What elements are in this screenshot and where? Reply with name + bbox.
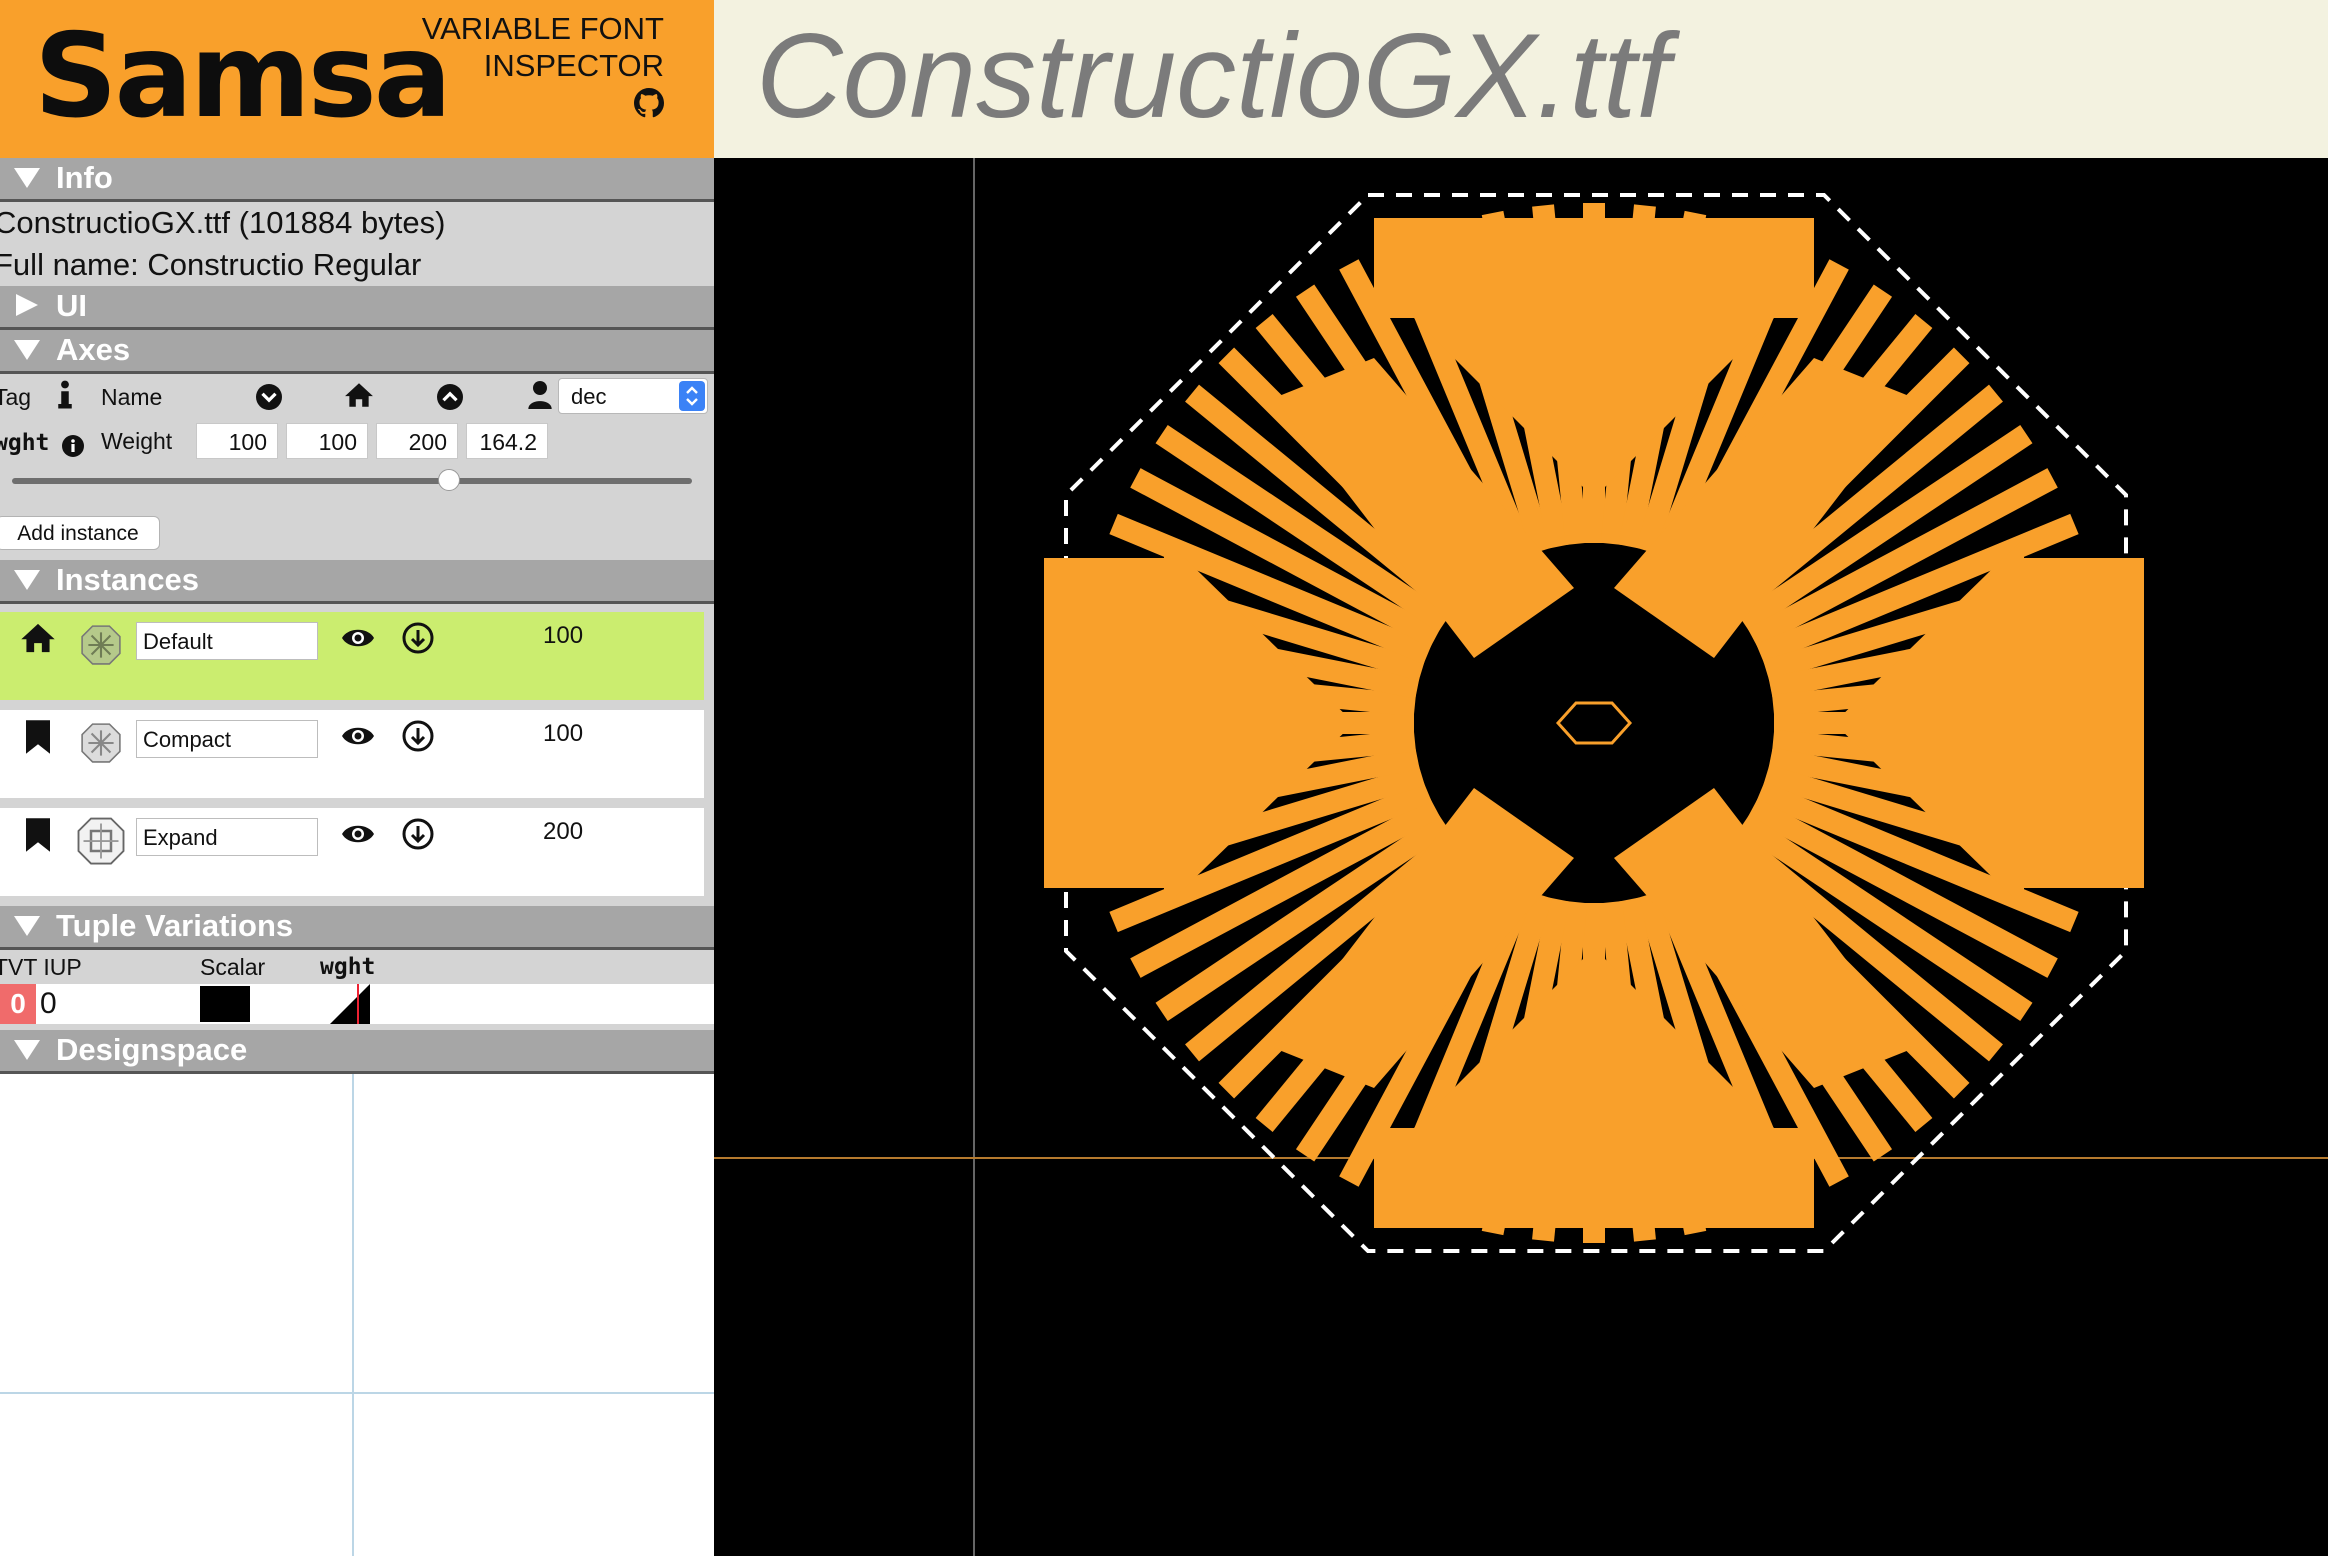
home-icon — [21, 623, 55, 653]
section-axes-label: Axes — [56, 332, 131, 367]
axis-min-icon — [256, 384, 282, 410]
expanded-triangle-icon — [14, 916, 40, 936]
number-format-value: dec — [571, 384, 607, 409]
sidebar: Info ConstructioGX.ttf (101884 bytes) Fu… — [0, 158, 714, 1556]
section-info-label: Info — [56, 160, 113, 195]
instance-axis-value: 100 — [543, 720, 584, 747]
scalar-col-header: Scalar — [200, 954, 266, 980]
brand-header: Samsa VARIABLE FONT INSPECTOR — [0, 0, 714, 158]
samsa-logo: Samsa — [34, 9, 452, 144]
instance-row-compact[interactable]: Compact 100 — [0, 710, 704, 798]
instance-name-input[interactable]: Compact — [136, 720, 318, 758]
glyph-body — [1044, 218, 2144, 1228]
user-value-icon — [528, 381, 552, 409]
section-instances-label: Instances — [56, 562, 200, 597]
github-icon[interactable] — [634, 88, 664, 118]
designspace-axis-line-vertical — [352, 1074, 354, 1556]
axis-tag: wght — [0, 430, 50, 456]
instance-name-input[interactable]: Expand — [136, 818, 318, 856]
eye-icon[interactable] — [340, 722, 376, 750]
axis-default-home-icon — [345, 383, 373, 407]
tvt-col-header: TVT IUP — [0, 954, 82, 980]
instance-glyph-thumbnail — [81, 625, 121, 665]
instance-row-expand[interactable]: Expand 200 — [0, 808, 704, 896]
info-icon — [58, 380, 72, 409]
section-instances-header[interactable]: Instances — [0, 560, 714, 604]
expanded-triangle-icon — [14, 168, 40, 188]
scalar-swatch — [200, 986, 250, 1022]
glyph-canvas[interactable] — [714, 158, 2328, 1556]
instance-glyph-thumbnail — [81, 723, 121, 763]
expanded-triangle-icon — [14, 1040, 40, 1060]
instance-glyph-thumbnail — [77, 817, 125, 865]
axes-col-tag: Tag — [0, 384, 32, 410]
section-designspace-label: Designspace — [56, 1032, 248, 1067]
iup-value: 0 — [40, 987, 57, 1020]
instance-axis-value: 200 — [543, 818, 584, 845]
axis-max-icon — [437, 384, 463, 410]
eye-icon[interactable] — [340, 820, 376, 848]
info-file-line: ConstructioGX.ttf (101884 bytes) — [0, 205, 446, 240]
axis-value-input[interactable]: 164.2 — [466, 423, 548, 459]
bookmark-icon — [26, 720, 50, 754]
bookmark-icon — [26, 818, 50, 852]
instance-axis-value: 100 — [543, 622, 584, 649]
select-stepper-icon — [679, 381, 705, 411]
axis-col-header: wght — [320, 954, 376, 980]
section-ui-header[interactable]: UI — [0, 286, 714, 330]
designspace-panel[interactable] — [0, 1074, 714, 1556]
info-fullname-line: Full name: Constructio Regular — [0, 247, 422, 282]
axis-min-input[interactable]: 100 — [196, 423, 278, 459]
number-format-select[interactable]: dec — [558, 378, 708, 414]
expanded-triangle-icon — [14, 570, 40, 590]
download-icon[interactable] — [402, 720, 434, 752]
section-tuple-variations-label: Tuple Variations — [56, 908, 294, 943]
axis-slider-thumb[interactable] — [437, 469, 460, 491]
section-info-header[interactable]: Info — [0, 158, 714, 202]
section-tuple-variations-header[interactable]: Tuple Variations — [0, 906, 714, 950]
section-axes-header[interactable]: Axes — [0, 330, 714, 374]
font-title-bar: ConstructioGX.ttf — [714, 0, 2328, 158]
axis-info-icon[interactable] — [62, 435, 84, 457]
axis-default-input[interactable]: 100 — [286, 423, 368, 459]
collapsed-triangle-icon — [16, 294, 38, 316]
download-icon[interactable] — [402, 818, 434, 850]
download-icon[interactable] — [402, 622, 434, 654]
instance-name-input[interactable]: Default — [136, 622, 318, 660]
axis-max-input[interactable]: 200 — [376, 423, 458, 459]
section-ui-label: UI — [56, 288, 87, 323]
brand-subtitle-line1: VARIABLE FONT — [421, 11, 664, 46]
axis-slider-track[interactable] — [12, 469, 692, 491]
glyph-center-mark — [1555, 701, 1633, 745]
instance-row-default[interactable]: Default 100 — [0, 612, 704, 700]
add-instance-button[interactable]: Add instance — [0, 516, 160, 550]
eye-icon[interactable] — [340, 624, 376, 652]
font-file-title: ConstructioGX.ttf — [756, 9, 1670, 143]
tvt-index-badge: 0 — [0, 984, 36, 1024]
tuple-row[interactable]: 0 0 — [0, 984, 714, 1024]
brand-subtitle: VARIABLE FONT INSPECTOR — [422, 10, 664, 84]
brand-subtitle-line2: INSPECTOR — [483, 48, 664, 83]
designspace-axis-line-horizontal — [0, 1392, 714, 1394]
axes-col-name: Name — [101, 384, 163, 410]
expanded-triangle-icon — [14, 340, 40, 360]
glyph-rendering — [714, 158, 2328, 1556]
section-designspace-header[interactable]: Designspace — [0, 1030, 714, 1074]
axis-region-glyph-icon — [330, 984, 370, 1024]
axis-name: Weight — [101, 428, 173, 454]
